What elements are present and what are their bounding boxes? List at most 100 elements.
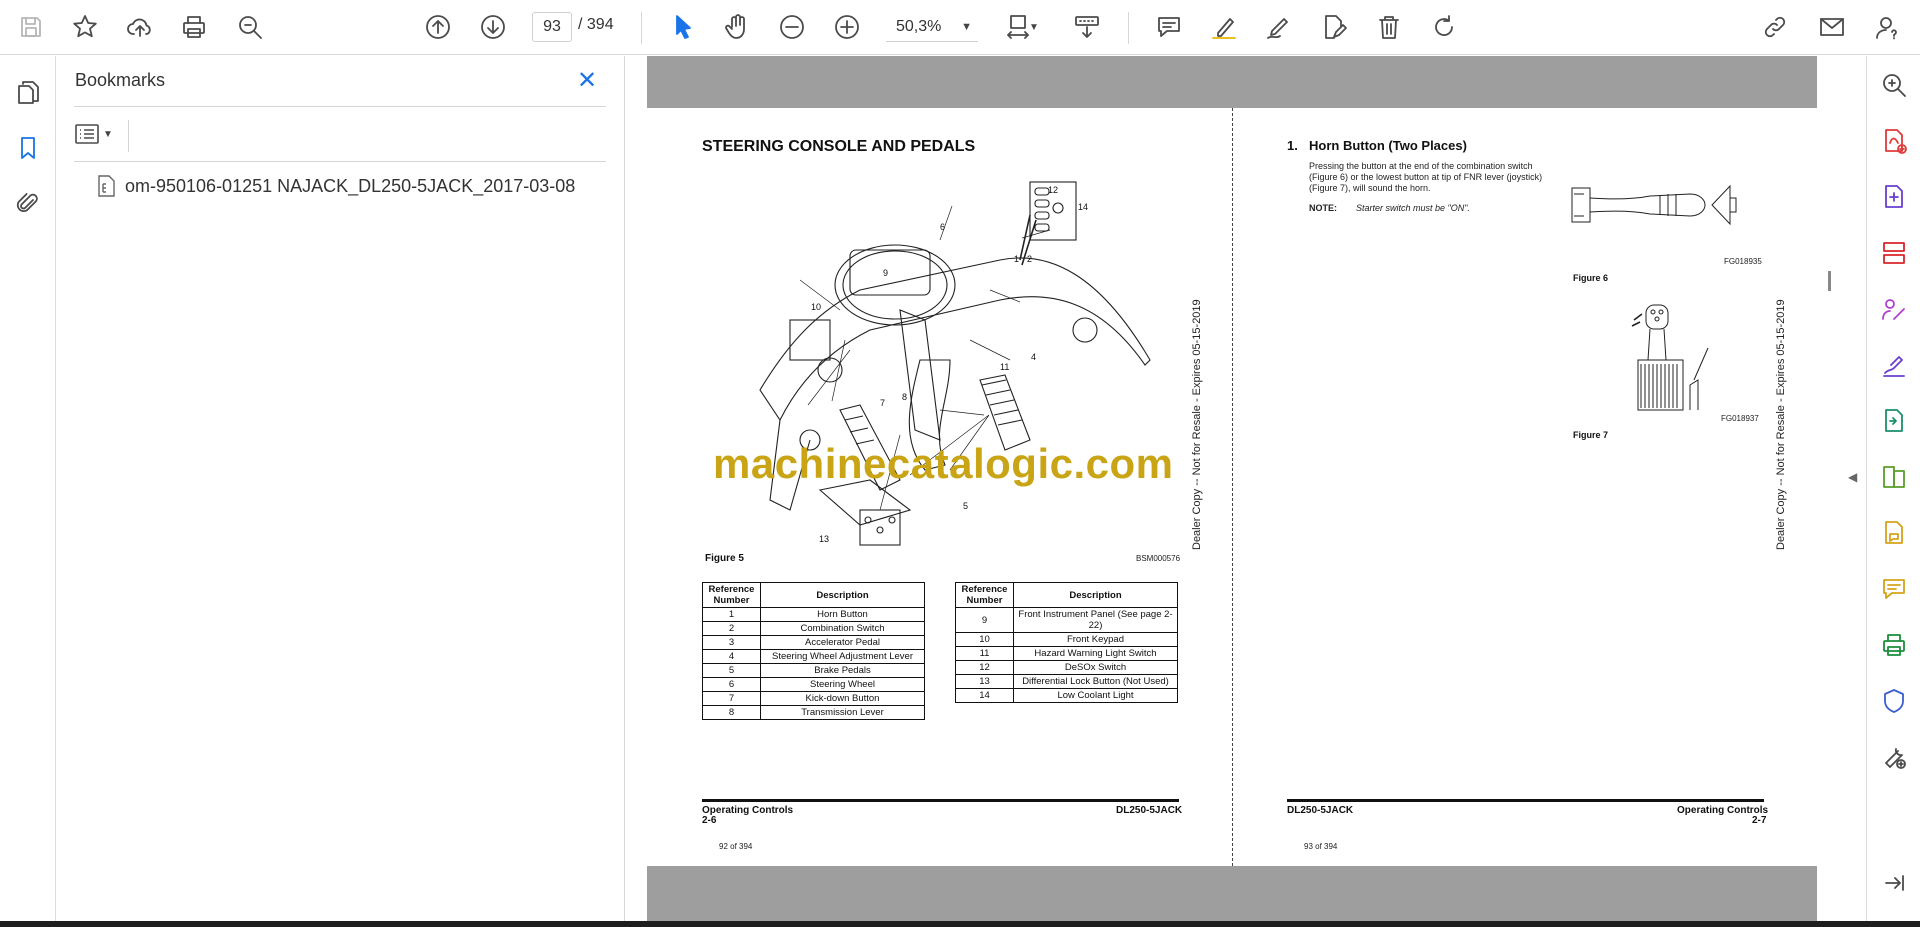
table-row: 3 Accelerator Pedal xyxy=(702,635,925,650)
table-header-row: Reference Number Description xyxy=(702,582,925,608)
email-icon[interactable] xyxy=(1813,8,1851,46)
reference-number-cell: 6 xyxy=(702,677,761,692)
callout-2: 2 xyxy=(1027,254,1032,264)
footer-model-left: DL250-5JACK xyxy=(1116,805,1183,816)
bookmark-options-button[interactable]: ▼ xyxy=(75,120,121,148)
callout-9: 9 xyxy=(883,268,888,278)
save-icon[interactable] xyxy=(12,8,50,46)
zoom-in-icon[interactable] xyxy=(828,8,866,46)
reference-number-cell: 12 xyxy=(955,660,1014,675)
collapse-right-panel-icon[interactable]: ◀ xyxy=(1848,470,1857,484)
callout-14: 14 xyxy=(1078,202,1088,212)
reference-table-left: Reference Number Description 1 Horn Button 2… xyxy=(702,582,925,720)
left-navigation-rail xyxy=(0,56,56,921)
reference-number-cell: 7 xyxy=(702,691,761,706)
table-row: 10 Front Keypad xyxy=(955,632,1178,647)
page-number-input[interactable]: 93 xyxy=(532,12,572,42)
footer-model-right: DL250-5JACK xyxy=(1287,805,1354,816)
attachments-icon[interactable] xyxy=(12,188,44,220)
header-description: Description xyxy=(760,582,925,608)
table-row: 1 Horn Button xyxy=(702,607,925,622)
search-zoom-icon[interactable] xyxy=(231,8,269,46)
reference-number-cell: 2 xyxy=(702,621,761,636)
reference-number-cell: 5 xyxy=(702,663,761,678)
figure-6-caption: Figure 6 xyxy=(1573,273,1609,283)
scroll-mode-icon[interactable] xyxy=(1068,8,1106,46)
bookmark-star-icon[interactable] xyxy=(66,8,104,46)
edit-text-icon[interactable] xyxy=(1315,8,1353,46)
rotate-icon[interactable] xyxy=(1425,8,1463,46)
fill-sign-icon[interactable] xyxy=(1877,348,1911,382)
reference-number-cell: 3 xyxy=(702,635,761,650)
print-icon[interactable] xyxy=(175,8,213,46)
table-row: 4 Steering Wheel Adjustment Lever xyxy=(702,649,925,664)
main-toolbar: 93 / 394 50,3% ▼ ▼ xyxy=(0,0,1920,55)
export-pdf-icon[interactable] xyxy=(1877,180,1911,214)
reference-number-cell: 4 xyxy=(702,649,761,664)
watermark-text: machinecatalogic.com xyxy=(713,440,1174,487)
table-row: 2 Combination Switch xyxy=(702,621,925,636)
next-page-icon[interactable] xyxy=(474,8,512,46)
zoom-select[interactable]: 50,3% ▼ xyxy=(886,12,978,42)
reference-number-cell: 9 xyxy=(955,607,1014,633)
description-cell: Brake Pedals xyxy=(760,663,925,678)
page-fit-dropdown-icon[interactable]: ▼ xyxy=(1027,8,1041,46)
vertical-scrollbar[interactable] xyxy=(1828,271,1831,291)
figure-5-code: BSM000576 xyxy=(1136,554,1181,563)
share-link-icon[interactable] xyxy=(1756,8,1794,46)
compare-files-icon[interactable] xyxy=(1877,460,1911,494)
footer-rule-left xyxy=(702,799,1179,802)
bookmark-item-label: om-950106-01251 NAJACK_DL250-5JACK_2017-… xyxy=(125,175,576,196)
select-cursor-icon[interactable] xyxy=(664,8,702,46)
draw-icon[interactable] xyxy=(1260,8,1298,46)
delete-icon[interactable] xyxy=(1370,8,1408,46)
organize-pages-icon[interactable] xyxy=(1877,236,1911,270)
search-icon[interactable] xyxy=(1877,68,1911,102)
steering-console-illustration: 12 14 1 2 6 9 10 4 11 7 8 5 13 xyxy=(759,181,1151,546)
description-cell: Low Coolant Light xyxy=(1013,688,1178,703)
export-comment-icon[interactable] xyxy=(1877,516,1911,550)
collapse-tools-icon[interactable] xyxy=(1877,866,1911,900)
description-cell: Front Keypad xyxy=(1013,632,1178,647)
page-counter-right: 93 of 394 xyxy=(1304,842,1338,851)
page-thumbnails-icon[interactable] xyxy=(12,76,44,108)
compress-pdf-icon[interactable] xyxy=(1877,404,1911,438)
description-cell: Hazard Warning Light Switch xyxy=(1013,646,1178,661)
previous-page-icon[interactable] xyxy=(419,8,457,46)
comment-tool-icon[interactable] xyxy=(1877,572,1911,606)
more-tools-icon[interactable] xyxy=(1877,740,1911,774)
description-cell: Front Instrument Panel (See page 2-22) xyxy=(1013,607,1178,633)
right-tools-rail xyxy=(1866,56,1920,921)
callout-13: 13 xyxy=(819,534,829,544)
bookmark-document-icon xyxy=(98,175,115,197)
create-pdf-icon[interactable] xyxy=(1877,124,1911,158)
highlight-icon[interactable] xyxy=(1205,8,1243,46)
hand-tool-icon[interactable] xyxy=(718,8,756,46)
callout-10: 10 xyxy=(811,302,821,312)
table-row: 8 Transmission Lever xyxy=(702,705,925,720)
dealer-copy-stamp-left: Dealer Copy -- Not for Resale - Expires … xyxy=(1191,299,1203,550)
zoom-out-icon[interactable] xyxy=(773,8,811,46)
upload-cloud-icon[interactable] xyxy=(121,8,159,46)
print-production-icon[interactable] xyxy=(1877,628,1911,662)
note-label: NOTE: xyxy=(1309,203,1337,213)
bookmarks-panel-icon[interactable] xyxy=(12,132,44,164)
list-options-icon xyxy=(75,124,99,144)
account-help-icon[interactable] xyxy=(1867,8,1905,46)
callout-11: 11 xyxy=(1000,362,1009,372)
note-text: Starter switch must be "ON". xyxy=(1356,203,1470,213)
footer-rule-right xyxy=(1287,799,1764,802)
protect-shield-icon[interactable] xyxy=(1877,684,1911,718)
page-gutter-top xyxy=(647,56,1817,108)
bookmark-item[interactable]: om-950106-01251 NAJACK_DL250-5JACK_2017-… xyxy=(95,174,575,198)
comment-icon[interactable] xyxy=(1150,8,1188,46)
reference-number-cell: 13 xyxy=(955,674,1014,689)
chevron-down-icon: ▼ xyxy=(961,21,972,33)
request-signature-icon[interactable] xyxy=(1877,292,1911,326)
reference-number-cell: 1 xyxy=(702,607,761,622)
close-icon[interactable]: ✕ xyxy=(577,66,597,95)
page-heading: STEERING CONSOLE AND PEDALS xyxy=(702,138,976,155)
figure-7-caption: Figure 7 xyxy=(1573,430,1609,440)
table-row: 5 Brake Pedals xyxy=(702,663,925,678)
horn-heading-number: 1. xyxy=(1287,138,1298,153)
